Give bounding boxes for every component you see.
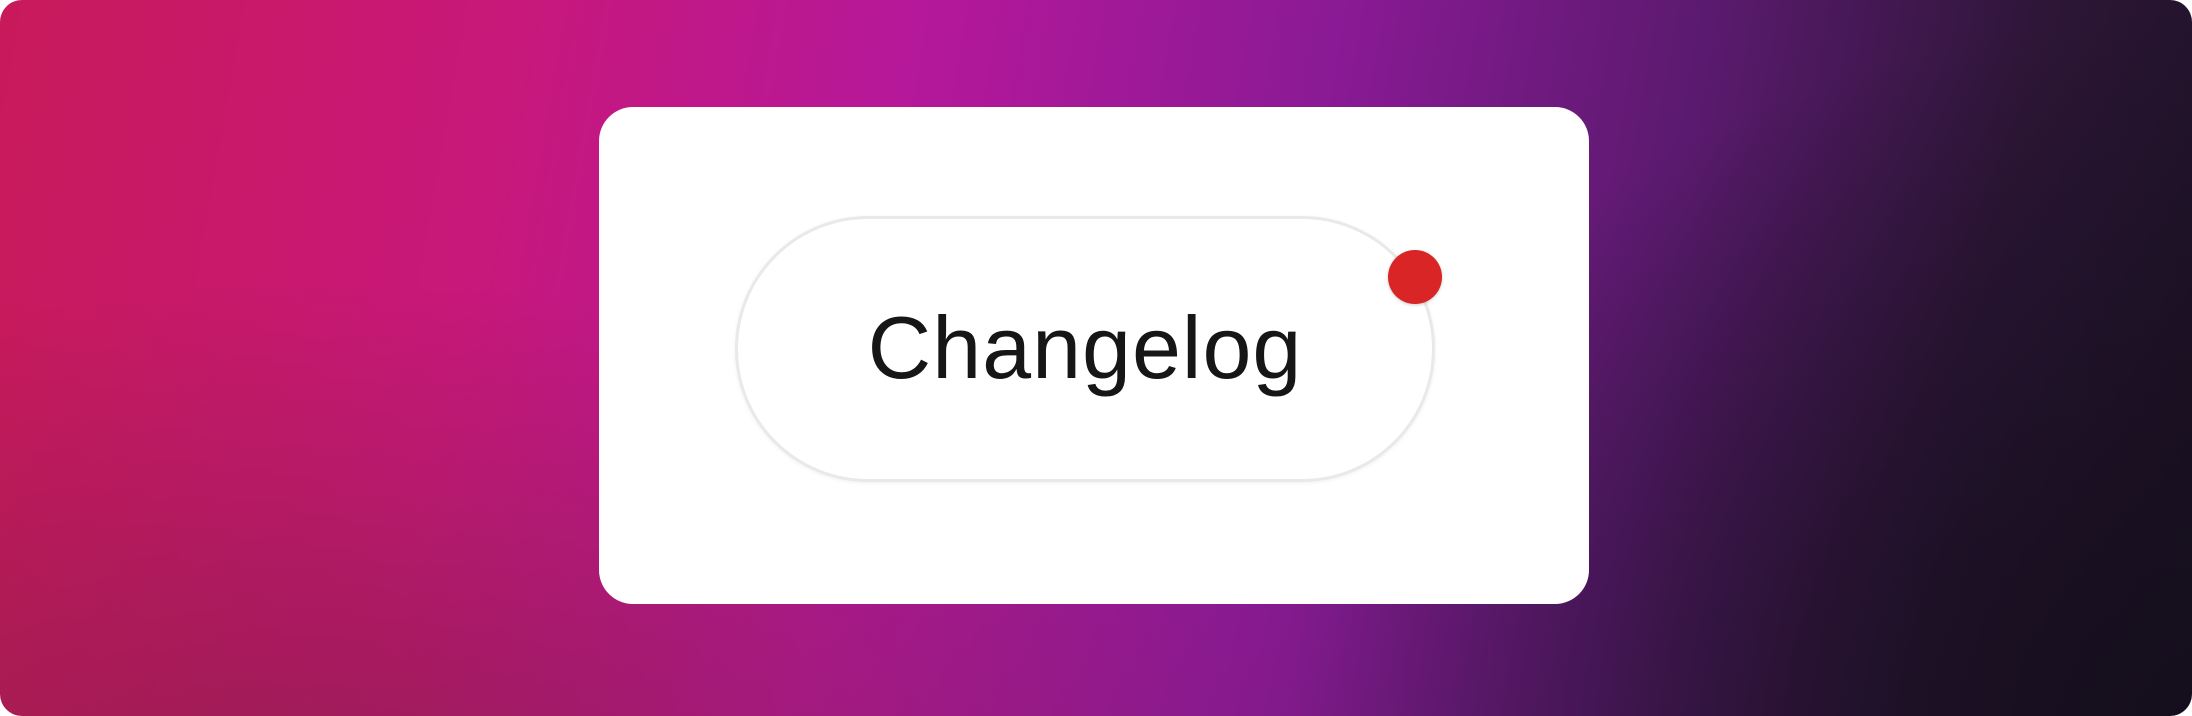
changelog-button[interactable]: Changelog [735,216,1435,482]
changelog-button-label: Changelog [867,298,1303,397]
notification-dot-icon [1388,250,1442,304]
gradient-background: Changelog [0,0,2192,716]
